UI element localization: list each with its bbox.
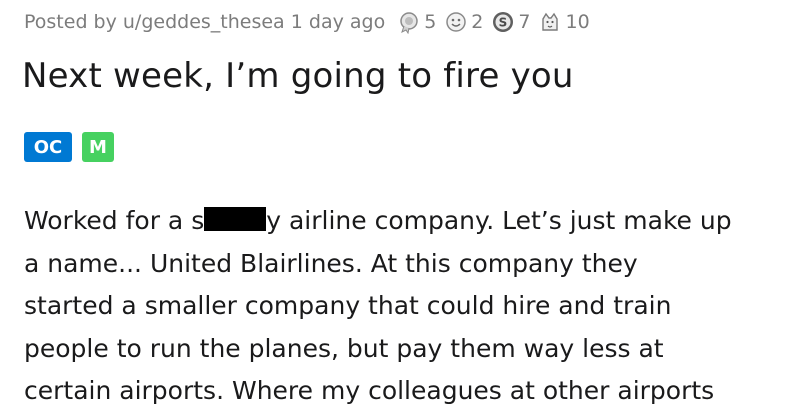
award-count: 5: [424, 11, 437, 33]
body-line: started a smaller company that could hir…: [24, 291, 672, 320]
mod-flair[interactable]: M: [82, 132, 114, 162]
post-age[interactable]: 1 day ago: [291, 11, 385, 33]
body-line: a name... United Blairlines. At this com…: [24, 248, 638, 278]
coin-award-icon: S: [493, 12, 514, 32]
oc-flair[interactable]: OC: [24, 132, 72, 162]
award-coin[interactable]: S 7: [491, 10, 530, 34]
award-count: 2: [471, 11, 484, 33]
wholesome-award-icon: [542, 12, 559, 31]
post-meta: Posted by u/geddes_thesea 1 day ago 5 2 …: [24, 8, 598, 36]
award-wholesome[interactable]: 10: [538, 10, 590, 34]
body-text-segment: Worked for a s: [24, 206, 205, 235]
award-silver[interactable]: 5: [397, 10, 436, 34]
body-line: certain airports. Where my colleagues at…: [24, 376, 715, 405]
helpful-award-icon: [446, 12, 467, 32]
body-line: people to run the planes, but pay them w…: [24, 333, 664, 363]
silver-award-icon: [400, 12, 418, 34]
post-body: Worked for a s y airline company. Let’s j…: [24, 200, 794, 413]
award-helpful[interactable]: 2: [444, 10, 483, 34]
svg-text:S: S: [499, 16, 508, 30]
redaction-bar: [204, 207, 267, 231]
post-flairs: OC M: [24, 132, 124, 162]
body-text-segment: y airline company. Let’s just make up: [266, 206, 732, 235]
body-line: Worked for a s y airline company. Let’s j…: [24, 200, 794, 243]
award-count: 10: [565, 11, 590, 33]
post-title[interactable]: Next week, I’m going to fire you: [22, 56, 574, 96]
posted-by-text[interactable]: Posted by u/geddes_thesea: [24, 11, 285, 33]
author-link[interactable]: Posted by u/geddes_thesea 1 day ago: [24, 11, 385, 33]
award-count: 7: [518, 11, 531, 33]
